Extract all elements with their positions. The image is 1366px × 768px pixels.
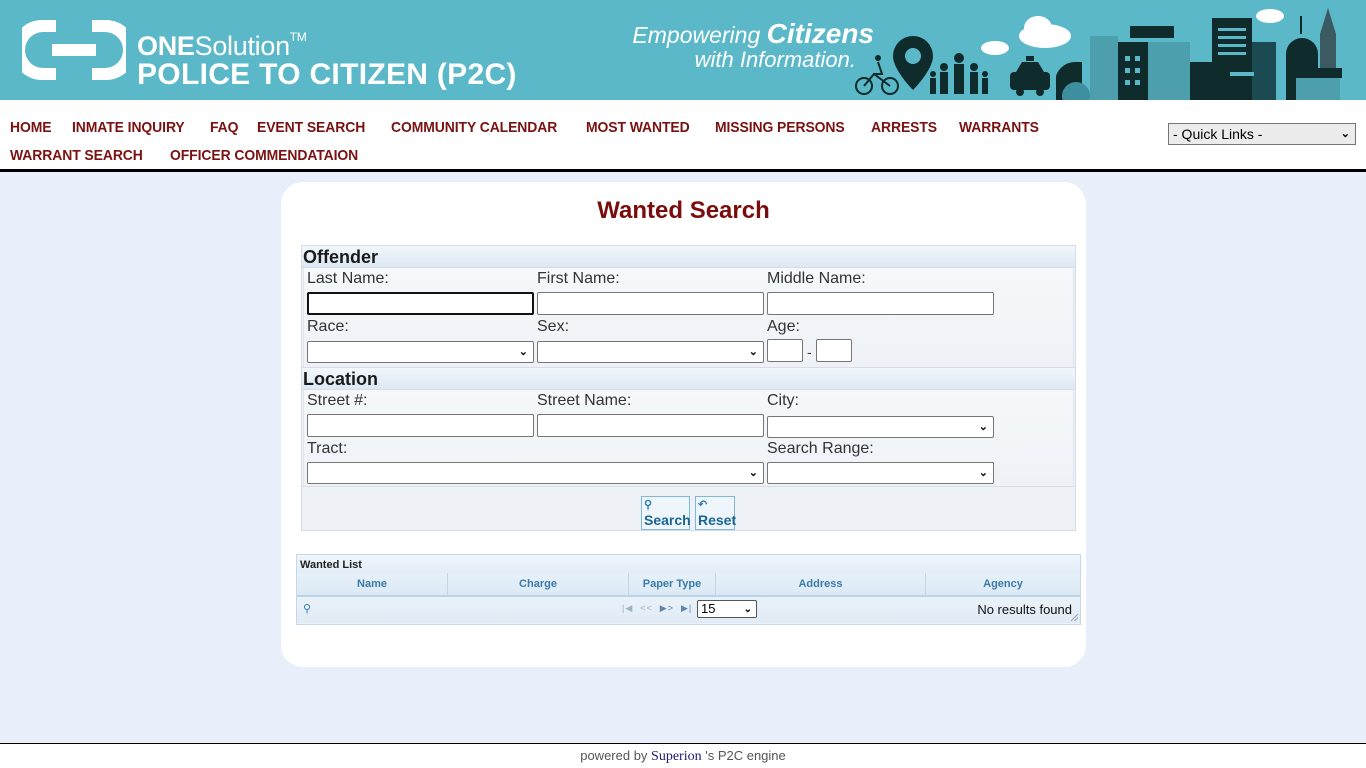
- nav-inmate-inquiry[interactable]: INMATE INQUIRY: [72, 114, 185, 142]
- chevron-down-icon: ⌄: [743, 604, 752, 615]
- age-to-input[interactable]: [816, 339, 852, 362]
- city-skyline-illustration: [855, 8, 1342, 100]
- street-name-label: Street Name:: [537, 392, 632, 409]
- tagline-prefix: Empowering: [632, 22, 767, 48]
- column-header-paper-type[interactable]: Paper Type: [629, 573, 716, 595]
- brand-one-bold: ONE: [137, 31, 195, 61]
- last-page-icon[interactable]: ▶|: [681, 603, 692, 613]
- tract-select[interactable]: ⌄: [307, 462, 764, 484]
- last-name-label: Last Name:: [307, 270, 389, 287]
- page-size-value: 15: [701, 601, 716, 616]
- nav-missing-persons[interactable]: MISSING PERSONS: [715, 114, 845, 142]
- search-button[interactable]: ⚲ Search: [641, 496, 691, 530]
- nav-event-search[interactable]: EVENT SEARCH: [257, 114, 365, 142]
- middle-name-input[interactable]: [767, 292, 994, 315]
- race-label: Race:: [307, 318, 349, 335]
- chevron-down-icon: ⌄: [978, 467, 988, 479]
- offender-section: Offender Last Name: First Name: Middle N…: [301, 245, 1076, 368]
- nav-arrests[interactable]: ARRESTS: [871, 114, 937, 142]
- reset-button[interactable]: ↶ Reset: [695, 496, 737, 530]
- nav-community-calendar[interactable]: COMMUNITY CALENDAR: [391, 114, 557, 142]
- search-panel: Wanted Search Offender Last Name: First …: [281, 182, 1086, 667]
- column-header-name[interactable]: Name: [297, 573, 448, 595]
- search-button-label: Search: [644, 512, 691, 528]
- footer-suffix: 's P2C engine: [701, 748, 786, 763]
- grid-status: No results found: [977, 602, 1072, 617]
- pager-controls: |◀ << ▶> ▶|: [622, 603, 699, 614]
- tract-label: Tract:: [307, 440, 348, 457]
- brand-product: POLICE TO CITIZEN (P2C): [137, 58, 517, 91]
- sex-select[interactable]: ⌄: [537, 341, 764, 363]
- reset-button-label: Reset: [698, 512, 737, 528]
- search-range-select[interactable]: ⌄: [767, 462, 994, 484]
- map-pin-icon: [893, 36, 933, 90]
- main-nav: HOME INMATE INQUIRY FAQ EVENT SEARCH COMMUNI…: [0, 100, 1366, 172]
- prev-page-icon[interactable]: <<: [640, 603, 653, 613]
- age-separator: -: [807, 344, 812, 360]
- location-heading: Location: [302, 368, 1075, 390]
- bicycle-icon: [855, 61, 899, 95]
- street-number-input[interactable]: [307, 414, 534, 437]
- chevron-down-icon: ⌄: [748, 346, 758, 358]
- offender-fields: Last Name: First Name: Middle Name: Race…: [303, 268, 1074, 367]
- nav-links: HOME INMATE INQUIRY FAQ EVENT SEARCH COMMUNI…: [10, 114, 1070, 170]
- quick-links-select[interactable]: - Quick Links - ⌄: [1168, 123, 1356, 145]
- taxi-icon: [1010, 56, 1050, 96]
- column-header-charge[interactable]: Charge: [448, 573, 629, 595]
- header-banner: ONESolutionTM POLICE TO CITIZEN (P2C) Em…: [0, 0, 1366, 100]
- column-header-agency[interactable]: Agency: [926, 573, 1080, 595]
- quick-links-value: - Quick Links -: [1173, 126, 1263, 142]
- grid-caption: Wanted List: [297, 555, 1080, 573]
- sex-label: Sex:: [537, 318, 570, 335]
- first-name-label: First Name:: [537, 270, 620, 287]
- people-icon: [930, 53, 988, 94]
- brand-one-rest: Solution: [194, 31, 290, 61]
- street-name-input[interactable]: [537, 414, 764, 437]
- offender-heading: Offender: [302, 246, 1075, 268]
- search-range-label: Search Range:: [767, 440, 874, 457]
- middle-name-label: Middle Name:: [767, 270, 866, 287]
- chevron-down-icon: ⌄: [518, 346, 528, 358]
- nav-warrant-search[interactable]: WARRANT SEARCH: [10, 142, 143, 170]
- nav-home[interactable]: HOME: [10, 114, 52, 142]
- city-label: City:: [767, 392, 799, 409]
- brand-wordmark: ONESolutionTM POLICE TO CITIZEN (P2C): [137, 22, 517, 90]
- search-icon: ⚲: [644, 499, 653, 511]
- search-icon[interactable]: ⚲: [303, 602, 311, 615]
- race-select[interactable]: ⌄: [307, 341, 534, 363]
- chevron-down-icon: ⌄: [748, 467, 758, 479]
- age-label: Age:: [767, 318, 800, 335]
- footer-brand-link[interactable]: Superion: [651, 749, 702, 764]
- page-size-select[interactable]: 15 ⌄: [697, 600, 757, 618]
- wanted-list-grid: Wanted List Name Charge Paper Type Addre…: [296, 554, 1081, 625]
- grid-header: Name Charge Paper Type Address Agency: [297, 573, 1080, 597]
- nav-faq[interactable]: FAQ: [210, 114, 239, 142]
- onesolution-logo-icon: [22, 20, 126, 80]
- first-name-input[interactable]: [537, 292, 764, 315]
- column-header-address[interactable]: Address: [716, 573, 926, 595]
- nav-most-wanted[interactable]: MOST WANTED: [586, 114, 690, 142]
- age-from-input[interactable]: [767, 339, 803, 362]
- footer: powered by Superion 's P2C engine: [0, 743, 1366, 768]
- location-section: Location Street #: Street Name: City: ⌄ …: [301, 367, 1076, 487]
- form-actions: ⚲ Search ↶ Reset: [301, 487, 1076, 531]
- chevron-down-icon: ⌄: [978, 421, 988, 433]
- tagline-line2: with Information.: [694, 47, 856, 72]
- grid-pager: ⚲ |◀ << ▶> ▶| 15 ⌄ No results found: [297, 597, 1080, 623]
- footer-prefix: powered by: [580, 748, 652, 763]
- location-fields: Street #: Street Name: City: ⌄ Tract: Se…: [303, 390, 1074, 486]
- chevron-down-icon: ⌄: [1340, 128, 1350, 140]
- city-select[interactable]: ⌄: [767, 416, 994, 438]
- page-title: Wanted Search: [597, 197, 770, 224]
- next-page-icon[interactable]: ▶>: [660, 603, 674, 613]
- last-name-input[interactable]: [307, 292, 534, 315]
- brand-tm: TM: [289, 30, 307, 44]
- first-page-icon[interactable]: |◀: [622, 603, 633, 613]
- tagline: Empowering Citizens with Information.: [622, 20, 874, 71]
- resize-grip-icon[interactable]: [1071, 614, 1078, 621]
- undo-icon: ↶: [698, 499, 708, 511]
- nav-officer-commendation[interactable]: OFFICER COMMENDATAION: [170, 142, 358, 170]
- nav-warrants[interactable]: WARRANTS: [959, 114, 1039, 142]
- street-number-label: Street #:: [307, 392, 368, 409]
